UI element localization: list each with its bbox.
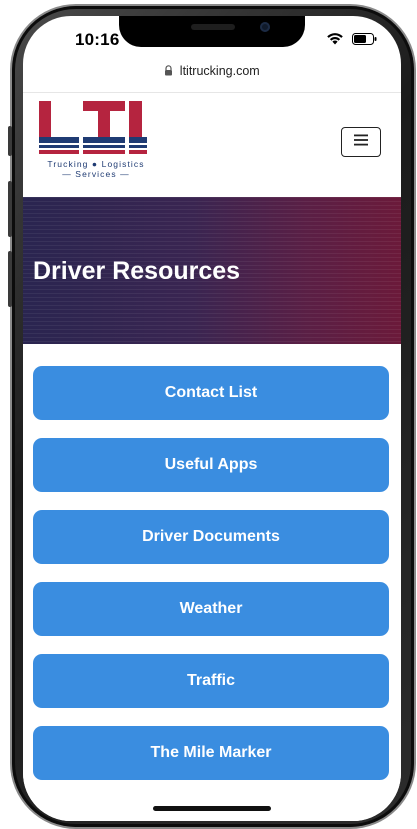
hamburger-menu-icon xyxy=(353,133,369,151)
volume-up-button xyxy=(8,181,12,237)
url-text: ltitrucking.com xyxy=(179,64,260,78)
weather-button[interactable]: Weather xyxy=(33,582,389,636)
status-time: 10:16 xyxy=(75,30,120,49)
page-title: Driver Resources xyxy=(33,257,241,285)
lti-logo-mark xyxy=(39,101,147,154)
driver-documents-button[interactable]: Driver Documents xyxy=(33,510,389,564)
address-bar[interactable]: ltitrucking.com xyxy=(23,64,401,79)
resource-button-list: Contact List Useful Apps Driver Document… xyxy=(23,344,401,780)
front-camera xyxy=(260,22,270,32)
mute-switch xyxy=(8,126,12,156)
contact-list-button[interactable]: Contact List xyxy=(33,366,389,420)
hamburger-menu-button[interactable] xyxy=(341,127,381,157)
useful-apps-button[interactable]: Useful Apps xyxy=(33,438,389,492)
volume-down-button xyxy=(8,251,12,307)
logo-tagline-line2: — Services — xyxy=(62,169,130,179)
battery-icon xyxy=(352,32,377,50)
notch xyxy=(119,16,305,47)
web-page: Trucking ● Logistics — Services — Driver… xyxy=(23,92,401,821)
status-icons xyxy=(326,32,377,50)
speaker-grille xyxy=(191,24,235,30)
traffic-button[interactable]: Traffic xyxy=(33,654,389,708)
site-header: Trucking ● Logistics — Services — xyxy=(23,93,401,197)
logo-tagline: Trucking ● Logistics — Services — xyxy=(39,159,153,179)
hero-banner: Driver Resources xyxy=(23,197,401,344)
phone-screen: 10:16 ltitrucking.com Trucking ● Logisti… xyxy=(23,16,401,821)
lti-logo[interactable]: Trucking ● Logistics — Services — xyxy=(39,101,153,181)
logo-tagline-line1: Trucking ● Logistics xyxy=(47,159,145,169)
mile-marker-button[interactable]: The Mile Marker xyxy=(33,726,389,780)
lock-icon xyxy=(164,65,173,79)
wifi-icon xyxy=(326,32,344,50)
home-indicator[interactable] xyxy=(153,806,271,811)
screenshot-stage: 10:16 ltitrucking.com Trucking ● Logisti… xyxy=(0,0,417,829)
